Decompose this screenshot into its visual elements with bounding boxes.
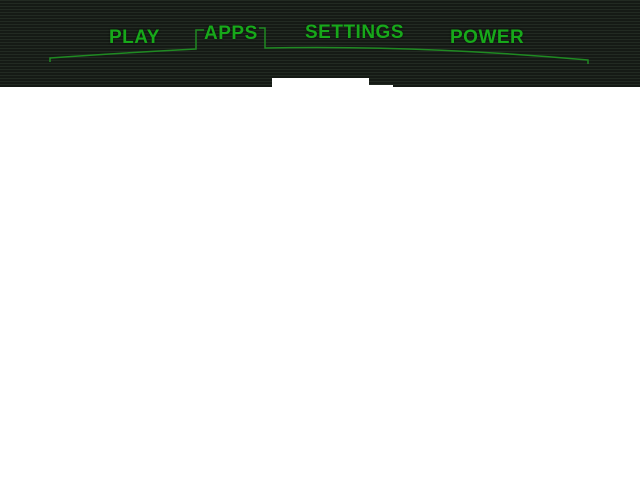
tab-apps[interactable]: APPS: [204, 23, 258, 45]
top-navigation-bar: PLAY APPS SETTINGS POWER: [0, 0, 640, 87]
tab-play[interactable]: PLAY: [109, 27, 160, 49]
content-tab-notch: [272, 78, 369, 87]
tab-settings[interactable]: SETTINGS: [305, 22, 404, 44]
main-content-area: [0, 87, 640, 480]
tab-power[interactable]: POWER: [450, 27, 524, 49]
